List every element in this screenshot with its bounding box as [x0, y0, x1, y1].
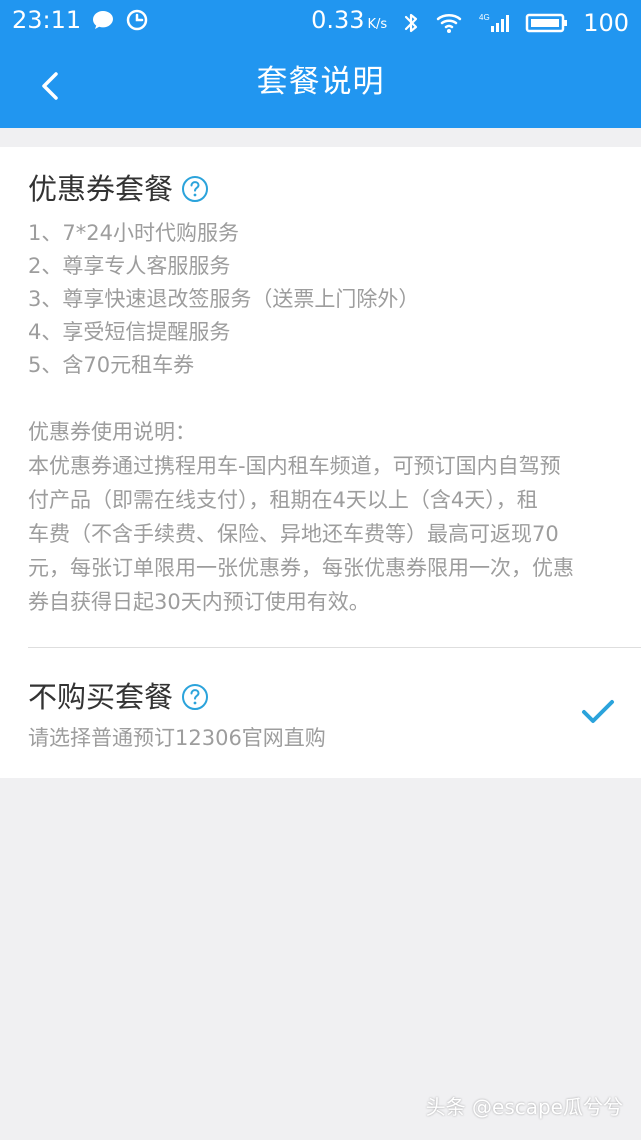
content-panel: 优惠券套餐 1、7*24小时代购服务 2、尊享专人客服服务 3、尊享快速退改签服… — [0, 147, 641, 778]
feature-item: 5、含70元租车券 — [28, 353, 195, 377]
coupon-usage-title: 优惠券使用说明： — [28, 420, 196, 444]
help-icon[interactable] — [181, 683, 209, 711]
battery-icon — [525, 11, 569, 35]
check-icon[interactable] — [581, 698, 615, 726]
help-icon[interactable] — [181, 175, 209, 203]
status-bar: 23:11 0.33 K/s 4G 100 — [0, 0, 641, 40]
signal-icon: 4G — [477, 11, 511, 35]
battery-text: 100 — [583, 8, 629, 37]
network-speed: 0.33 K/s — [311, 4, 387, 41]
coupon-package-title: 优惠券套餐 — [28, 172, 174, 206]
coupon-package-section[interactable]: 优惠券套餐 1、7*24小时代购服务 2、尊享专人客服服务 3、尊享快速退改签服… — [0, 147, 641, 647]
no-package-title: 不购买套餐 — [28, 680, 174, 714]
clock-icon — [125, 8, 149, 32]
coupon-usage-line: 本优惠券通过携程用车-国内租车频道，可预订国内自驾预 — [28, 454, 561, 478]
message-icon — [91, 8, 115, 32]
page-title: 套餐说明 — [256, 64, 385, 100]
no-package-header: 不购买套餐 — [28, 677, 209, 717]
feature-item: 1、7*24小时代购服务 — [28, 221, 239, 245]
no-package-subtitle: 请选择普通预订12306官网直购 — [28, 726, 326, 750]
bluetooth-icon — [401, 11, 421, 35]
wifi-icon — [435, 11, 463, 35]
network-speed-value: 0.33 — [311, 6, 365, 34]
coupon-usage-line: 付产品（即需在线支付），租期在4天以上（含4天），租 — [28, 488, 538, 512]
top-bar: 23:11 0.33 K/s 4G 100 套餐说明 — [0, 0, 641, 128]
time-text: 23:11 — [12, 6, 82, 34]
network-type-text: 4G — [479, 13, 490, 22]
coupon-usage-line: 券自获得日起30天内预订使用有效。 — [28, 590, 370, 614]
watermark-text: 头条 @escape瓜兮兮 — [425, 1095, 623, 1119]
coupon-usage-line: 元，每张订单限用一张优惠券，每张优惠券限用一次，优惠 — [28, 556, 574, 580]
status-left: 23:11 — [12, 4, 149, 36]
coupon-package-header: 优惠券套餐 — [28, 169, 209, 209]
coupon-package-features: 1、7*24小时代购服务 2、尊享专人客服服务 3、尊享快速退改签服务（送票上门… — [28, 217, 419, 382]
network-speed-unit: K/s — [367, 17, 388, 32]
feature-item: 4、享受短信提醒服务 — [28, 320, 231, 344]
navigation-bar: 套餐说明 — [0, 40, 641, 128]
coupon-usage-notes: 优惠券使用说明： 本优惠券通过携程用车-国内租车频道，可预订国内自驾预 付产品（… — [28, 415, 574, 619]
feature-item: 3、尊享快速退改签服务（送票上门除外） — [28, 287, 420, 311]
status-right: 0.33 K/s 4G 100 — [311, 4, 629, 41]
coupon-usage-line: 车费（不含手续费、保险、异地还车费等）最高可返现70 — [28, 522, 559, 546]
feature-item: 2、尊享专人客服服务 — [28, 254, 231, 278]
